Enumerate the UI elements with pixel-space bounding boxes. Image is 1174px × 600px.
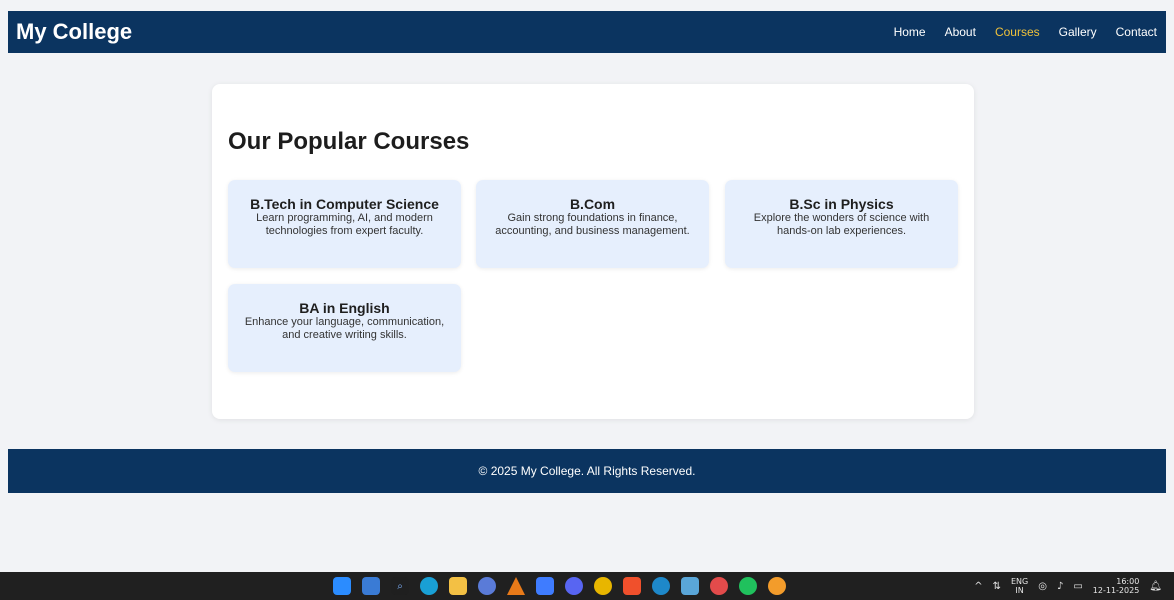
file-explorer-icon[interactable] bbox=[449, 577, 467, 595]
course-card[interactable]: B.Com Gain strong foundations in finance… bbox=[476, 180, 709, 268]
courses-section: Our Popular Courses B.Tech in Computer S… bbox=[212, 84, 974, 419]
brave-icon[interactable] bbox=[623, 577, 641, 595]
whatsapp-icon[interactable] bbox=[739, 577, 757, 595]
clock-date: 12-11-2025 bbox=[1092, 586, 1140, 595]
course-description: Learn programming, AI, and modern techno… bbox=[256, 212, 433, 237]
course-card[interactable]: B.Sc in Physics Explore the wonders of s… bbox=[725, 180, 958, 268]
chrome-beta-icon[interactable] bbox=[768, 577, 786, 595]
clock[interactable]: 16:00 12-11-2025 bbox=[1093, 577, 1140, 595]
course-card[interactable]: BA in English Enhance your language, com… bbox=[228, 284, 461, 372]
security-icon[interactable] bbox=[681, 577, 699, 595]
nav-contact[interactable]: Contact bbox=[1116, 25, 1157, 39]
section-title: Our Popular Courses bbox=[228, 128, 470, 155]
footer: © 2025 My College. All Rights Reserved. bbox=[8, 449, 1166, 493]
volume-icon[interactable]: ♪ bbox=[1057, 581, 1063, 592]
footer-text: © 2025 My College. All Rights Reserved. bbox=[478, 464, 696, 478]
app-tray-icon[interactable]: ⇅ bbox=[993, 581, 1001, 592]
search-icon[interactable]: ⌕ bbox=[391, 577, 409, 595]
copilot-icon[interactable] bbox=[478, 577, 496, 595]
top-strip bbox=[0, 0, 1174, 11]
discord-icon[interactable] bbox=[565, 577, 583, 595]
nav-links: Home About Courses Gallery Contact bbox=[894, 25, 1157, 39]
course-card[interactable]: B.Tech in Computer Science Learn program… bbox=[228, 180, 461, 268]
course-title: B.Sc in Physics bbox=[789, 196, 894, 212]
course-title: BA in English bbox=[299, 300, 390, 316]
notification-bell-icon[interactable]: 🔔︎ bbox=[1149, 581, 1162, 592]
nav-home[interactable]: Home bbox=[894, 25, 926, 39]
taskbar: ⌕ ^ ⇅ ENG IN ◎ ♪ ▭ 16:00 12-11-2025 🔔︎ bbox=[0, 572, 1174, 600]
chrome-canary-icon[interactable] bbox=[710, 577, 728, 595]
taskbar-apps: ⌕ bbox=[333, 577, 786, 595]
lang-bottom: IN bbox=[1015, 586, 1024, 595]
course-title: B.Tech in Computer Science bbox=[250, 196, 439, 212]
wifi-icon[interactable]: ◎ bbox=[1038, 581, 1047, 592]
course-description: Explore the wonders of science with hand… bbox=[753, 212, 930, 237]
windows-start-icon[interactable] bbox=[333, 577, 351, 595]
nav-courses[interactable]: Courses bbox=[995, 25, 1040, 39]
vlc-icon[interactable] bbox=[507, 577, 525, 595]
calendar-widget-icon[interactable] bbox=[362, 577, 380, 595]
vscode-icon[interactable] bbox=[536, 577, 554, 595]
course-description: Gain strong foundations in finance, acco… bbox=[495, 212, 690, 237]
course-description: Enhance your language, communication, an… bbox=[244, 316, 445, 341]
nav-about[interactable]: About bbox=[945, 25, 976, 39]
system-tray: ^ ⇅ ENG IN ◎ ♪ ▭ 16:00 12-11-2025 🔔︎ bbox=[974, 572, 1162, 600]
edge-icon[interactable] bbox=[420, 577, 438, 595]
navbar: My College Home About Courses Gallery Co… bbox=[8, 11, 1166, 53]
site-brand[interactable]: My College bbox=[16, 19, 132, 45]
nav-gallery[interactable]: Gallery bbox=[1059, 25, 1097, 39]
battery-icon[interactable]: ▭ bbox=[1073, 581, 1082, 592]
edge-dev-icon[interactable] bbox=[652, 577, 670, 595]
course-title: B.Com bbox=[569, 196, 616, 212]
language-indicator[interactable]: ENG IN bbox=[1011, 577, 1028, 595]
lang-top: ENG bbox=[1010, 577, 1029, 586]
chrome-icon[interactable] bbox=[594, 577, 612, 595]
clock-time: 16:00 bbox=[1116, 577, 1140, 586]
chevron-up-icon[interactable]: ^ bbox=[974, 581, 982, 592]
